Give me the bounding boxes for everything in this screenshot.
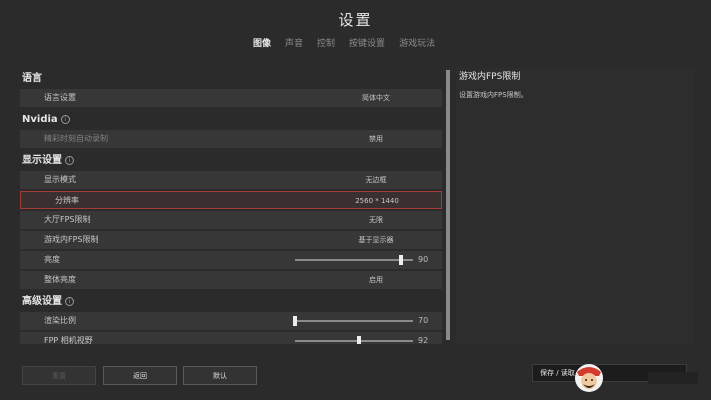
info-icon[interactable]: i <box>65 155 74 165</box>
setting-value[interactable]: 简体中文 <box>320 89 432 107</box>
back-button[interactable]: 返回 <box>103 366 177 385</box>
render-scale-slider[interactable] <box>293 316 413 326</box>
setting-row-language[interactable]: 语言设置 简体中文 <box>20 89 442 107</box>
setting-value[interactable]: 无限 <box>320 211 432 229</box>
setting-label: 大厅FPS限制 <box>44 215 91 224</box>
setting-label: 亮度 <box>44 255 60 264</box>
section-title: 高级设置 <box>22 296 62 307</box>
setting-value[interactable]: 2560 * 1440 <box>321 192 433 210</box>
setting-label: 显示模式 <box>44 175 76 184</box>
tab-controls[interactable]: 控制 <box>317 36 335 49</box>
setting-value[interactable]: 启用 <box>320 271 432 289</box>
setting-row-highlights[interactable]: 精彩时刻自动录制 禁用 <box>20 130 442 148</box>
setting-row-lobby-fps[interactable]: 大厅FPS限制 无限 <box>20 211 442 229</box>
setting-row-overall-brightness[interactable]: 整体亮度 启用 <box>20 271 442 289</box>
setting-value[interactable]: 无边框 <box>320 171 432 189</box>
setting-row-brightness[interactable]: 亮度 90 <box>20 251 442 269</box>
slider-value: 92 <box>418 336 429 344</box>
setting-row-display-mode[interactable]: 显示模式 无边框 <box>20 171 442 189</box>
slider-thumb[interactable] <box>356 336 361 344</box>
setting-row-ingame-fps[interactable]: 游戏内FPS限制 基于显示器 <box>20 231 442 249</box>
section-display: 显示设置 i <box>20 150 442 171</box>
default-button[interactable]: 默认 <box>183 366 257 385</box>
section-title: Nvidia <box>22 114 58 125</box>
setting-value[interactable]: 基于显示器 <box>320 231 432 249</box>
settings-list: 语言 语言设置 简体中文 Nvidia i 精彩时刻自动录制 禁用 显示设置 i 显… <box>20 68 442 344</box>
settings-scrollbar[interactable] <box>446 70 450 340</box>
setting-row-resolution[interactable]: 分辨率 2560 * 1440 <box>20 191 442 209</box>
section-title: 显示设置 <box>22 155 62 166</box>
reset-button[interactable]: 重置 <box>22 366 96 385</box>
tab-gameplay[interactable]: 游戏玩法 <box>399 36 435 49</box>
tab-keybindings[interactable]: 按键设置 <box>349 36 385 49</box>
brightness-slider[interactable] <box>295 255 413 265</box>
setting-label: 整体亮度 <box>44 275 76 284</box>
setting-label: FPP 相机视野 <box>44 336 93 344</box>
save-load-label: 保存 / 读取 <box>540 369 575 377</box>
tab-graphics[interactable]: 图像 <box>253 36 271 49</box>
tab-sound[interactable]: 声音 <box>285 36 303 49</box>
setting-label: 分辨率 <box>55 196 79 205</box>
detail-description: 设置游戏内FPS限制。 <box>459 91 528 99</box>
info-icon[interactable]: i <box>60 114 70 124</box>
mascot-avatar <box>575 364 603 392</box>
section-advanced: 高级设置 i <box>20 291 442 312</box>
slider-value: 70 <box>418 316 429 325</box>
setting-row-render-scale[interactable]: 渲染比例 70 <box>20 312 442 330</box>
section-nvidia: Nvidia i <box>20 109 442 130</box>
setting-label: 精彩时刻自动录制 <box>44 134 108 143</box>
fov-slider[interactable] <box>295 336 413 344</box>
slider-thumb[interactable] <box>293 316 297 326</box>
slider-thumb[interactable] <box>399 255 404 265</box>
info-icon[interactable]: i <box>65 296 74 306</box>
detail-title: 游戏内FPS限制 <box>459 72 521 82</box>
slider-value: 90 <box>418 255 429 264</box>
setting-label: 语言设置 <box>44 93 76 102</box>
setting-label: 游戏内FPS限制 <box>44 235 99 244</box>
section-language: 语言 <box>20 68 442 89</box>
settings-tabs: 图像 声音 控制 按键设置 游戏玩法 <box>253 36 435 49</box>
setting-value[interactable]: 禁用 <box>320 130 432 148</box>
page-title: 设置 <box>338 11 373 29</box>
scrollbar-thumb[interactable] <box>446 70 450 340</box>
setting-label: 渲染比例 <box>44 316 76 325</box>
setting-row-fpp-fov[interactable]: FPP 相机视野 92 <box>20 332 442 344</box>
section-title: 语言 <box>22 73 42 84</box>
detail-panel: 游戏内FPS限制 设置游戏内FPS限制。 <box>456 68 694 344</box>
corner-indicator <box>648 372 698 384</box>
